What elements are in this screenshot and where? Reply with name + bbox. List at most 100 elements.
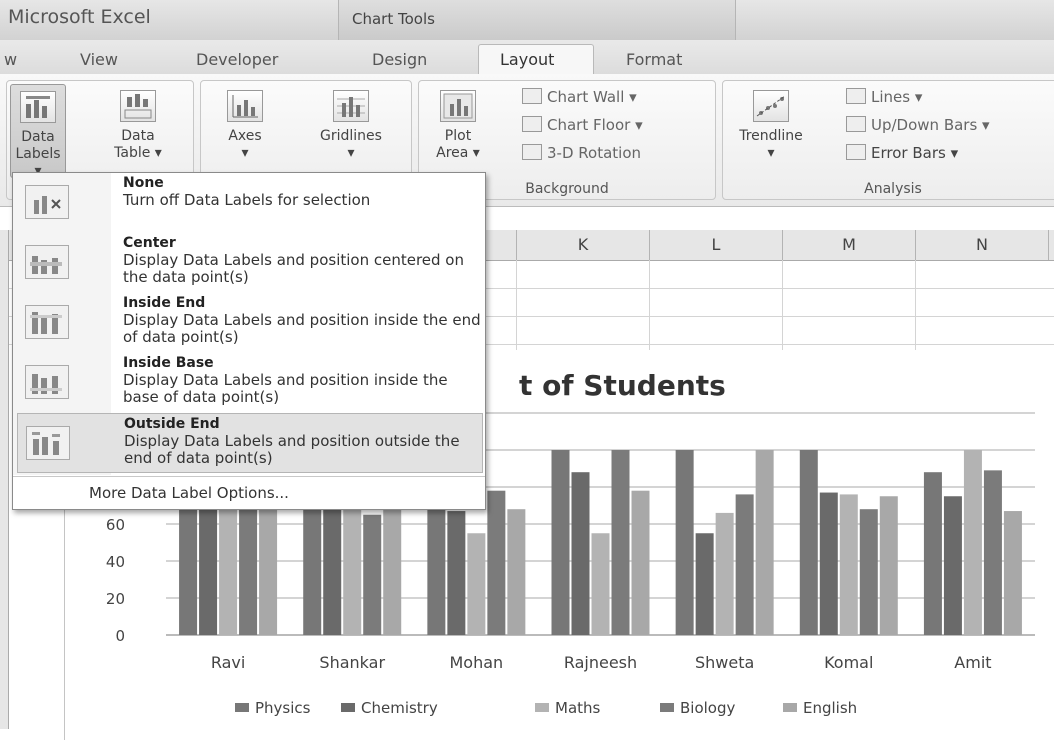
trendline-line2: ▾ bbox=[767, 145, 775, 161]
bar-chemistry bbox=[323, 505, 342, 635]
menu-item-inside-base[interactable]: Inside Base Display Data Labels and posi… bbox=[17, 353, 481, 413]
row-header-strip bbox=[0, 230, 9, 729]
tab-layout[interactable]: Layout bbox=[500, 50, 554, 69]
bar-maths bbox=[839, 494, 858, 635]
data-table-icon bbox=[120, 90, 156, 122]
error-bars-button[interactable]: Error Bars ▾ bbox=[846, 144, 958, 162]
lines-button[interactable]: Lines ▾ bbox=[846, 88, 922, 106]
menu-item-none[interactable]: None Turn off Data Labels for selection bbox=[17, 173, 481, 233]
bar-english bbox=[879, 496, 898, 635]
data-labels-icon bbox=[20, 91, 56, 123]
3d-rotation-button[interactable]: 3-D Rotation bbox=[522, 144, 641, 162]
menu-separator bbox=[13, 476, 485, 477]
menu-item-outside-end[interactable]: Outside End Display Data Labels and posi… bbox=[17, 413, 483, 473]
legend-swatch bbox=[783, 703, 797, 712]
legend-swatch bbox=[235, 703, 249, 712]
chart-wall-button[interactable]: Chart Wall ▾ bbox=[522, 88, 637, 106]
3d-rotation-label: 3-D Rotation bbox=[547, 144, 642, 162]
data-labels-line1: Data bbox=[21, 129, 55, 145]
legend-swatch bbox=[535, 703, 549, 712]
center-labels-icon bbox=[25, 245, 69, 279]
menu-item-inside-end[interactable]: Inside End Display Data Labels and posit… bbox=[17, 293, 481, 353]
chart-floor-button[interactable]: Chart Floor ▾ bbox=[522, 116, 643, 134]
axes-line2: ▾ bbox=[241, 145, 249, 161]
plot-area-line1: Plot bbox=[444, 128, 472, 144]
bar-physics bbox=[799, 450, 818, 635]
menu-item-title: Outside End bbox=[124, 416, 220, 432]
column-header-l[interactable]: L bbox=[650, 230, 783, 260]
x-tick-label: Ravi bbox=[211, 653, 245, 672]
plot-area-line2: Area ▾ bbox=[436, 145, 480, 161]
gridlines-line2: ▾ bbox=[347, 145, 355, 161]
trendline-icon bbox=[753, 90, 789, 122]
bar-chemistry bbox=[695, 533, 714, 635]
more-data-label-options[interactable]: More Data Label Options... bbox=[89, 484, 289, 502]
menu-item-title: Center bbox=[123, 235, 176, 251]
tab-developer[interactable]: Developer bbox=[196, 50, 278, 69]
error-bars-icon bbox=[846, 144, 866, 160]
column-header-j[interactable] bbox=[484, 230, 517, 260]
legend-label: Maths bbox=[555, 699, 601, 717]
menu-item-description: Display Data Labels and position inside … bbox=[123, 311, 481, 346]
tab-design[interactable]: Design bbox=[372, 50, 427, 69]
plot-area-button[interactable]: Plot Area ▾ bbox=[428, 84, 488, 176]
axes-line1: Axes bbox=[228, 128, 262, 144]
bar-chemistry bbox=[819, 492, 838, 635]
bar-english bbox=[1003, 511, 1022, 635]
chart-wall-icon bbox=[522, 88, 542, 104]
no-labels-icon bbox=[25, 185, 69, 219]
y-tick-label: 60 bbox=[106, 516, 125, 534]
axes-icon bbox=[227, 90, 263, 122]
column-header-m[interactable]: M bbox=[783, 230, 916, 260]
column-header-n[interactable]: N bbox=[916, 230, 1049, 260]
bar-english bbox=[755, 450, 774, 635]
legend-swatch bbox=[660, 703, 674, 712]
menu-item-title: Inside Base bbox=[123, 355, 214, 371]
trendline-line1: Trendline bbox=[739, 128, 803, 144]
menu-item-center[interactable]: Center Display Data Labels and position … bbox=[17, 233, 481, 293]
bar-chemistry bbox=[943, 496, 962, 635]
outside-end-labels-icon bbox=[26, 426, 70, 460]
data-table-button[interactable]: Data Table ▾ bbox=[108, 84, 168, 176]
chart-wall-label: Chart Wall ▾ bbox=[547, 88, 637, 106]
inside-base-labels-icon bbox=[25, 365, 69, 399]
x-tick-label: Amit bbox=[954, 653, 991, 672]
rotation-icon bbox=[522, 144, 542, 160]
x-tick-label: Mohan bbox=[450, 653, 504, 672]
x-tick-label: Komal bbox=[824, 653, 873, 672]
bar-english bbox=[383, 496, 402, 635]
error-bars-label: Error Bars ▾ bbox=[871, 144, 959, 162]
lines-label: Lines ▾ bbox=[871, 88, 923, 106]
bar-physics bbox=[923, 472, 942, 635]
tab-format[interactable]: Format bbox=[626, 50, 682, 69]
menu-item-description: Display Data Labels and position outside… bbox=[124, 432, 460, 467]
x-tick-label: Rajneesh bbox=[564, 653, 637, 672]
tab-view[interactable]: View bbox=[80, 50, 118, 69]
analysis-group-label: Analysis bbox=[864, 181, 922, 197]
menu-item-description: Display Data Labels and position inside … bbox=[123, 371, 448, 406]
bar-maths bbox=[591, 533, 610, 635]
bar-english bbox=[631, 490, 650, 635]
up-down-bars-button[interactable]: Up/Down Bars ▾ bbox=[846, 116, 990, 134]
bar-biology bbox=[983, 470, 1002, 635]
gridlines-icon bbox=[333, 90, 369, 122]
gridlines-button[interactable]: Gridlines ▾ bbox=[302, 84, 400, 176]
trendline-button[interactable]: Trendline ▾ bbox=[732, 84, 810, 176]
legend-label: Biology bbox=[680, 699, 736, 717]
bar-maths bbox=[963, 450, 982, 635]
chart-floor-label: Chart Floor ▾ bbox=[547, 116, 643, 134]
column-gridline bbox=[782, 260, 783, 350]
column-header-k[interactable]: K bbox=[517, 230, 650, 260]
bar-biology bbox=[611, 450, 630, 635]
data-labels-button[interactable]: Data Labels ▾ bbox=[10, 84, 66, 179]
data-table-line1: Data bbox=[121, 128, 155, 144]
bar-physics bbox=[303, 505, 322, 635]
axes-button[interactable]: Axes ▾ bbox=[210, 84, 280, 176]
chart-floor-icon bbox=[522, 116, 542, 132]
bar-biology bbox=[735, 494, 754, 635]
bar-physics bbox=[675, 450, 694, 635]
gridlines-line1: Gridlines bbox=[320, 128, 382, 144]
up-down-bars-label: Up/Down Bars ▾ bbox=[871, 116, 990, 134]
tab-review[interactable]: w bbox=[4, 50, 17, 69]
menu-item-title: None bbox=[123, 175, 164, 191]
